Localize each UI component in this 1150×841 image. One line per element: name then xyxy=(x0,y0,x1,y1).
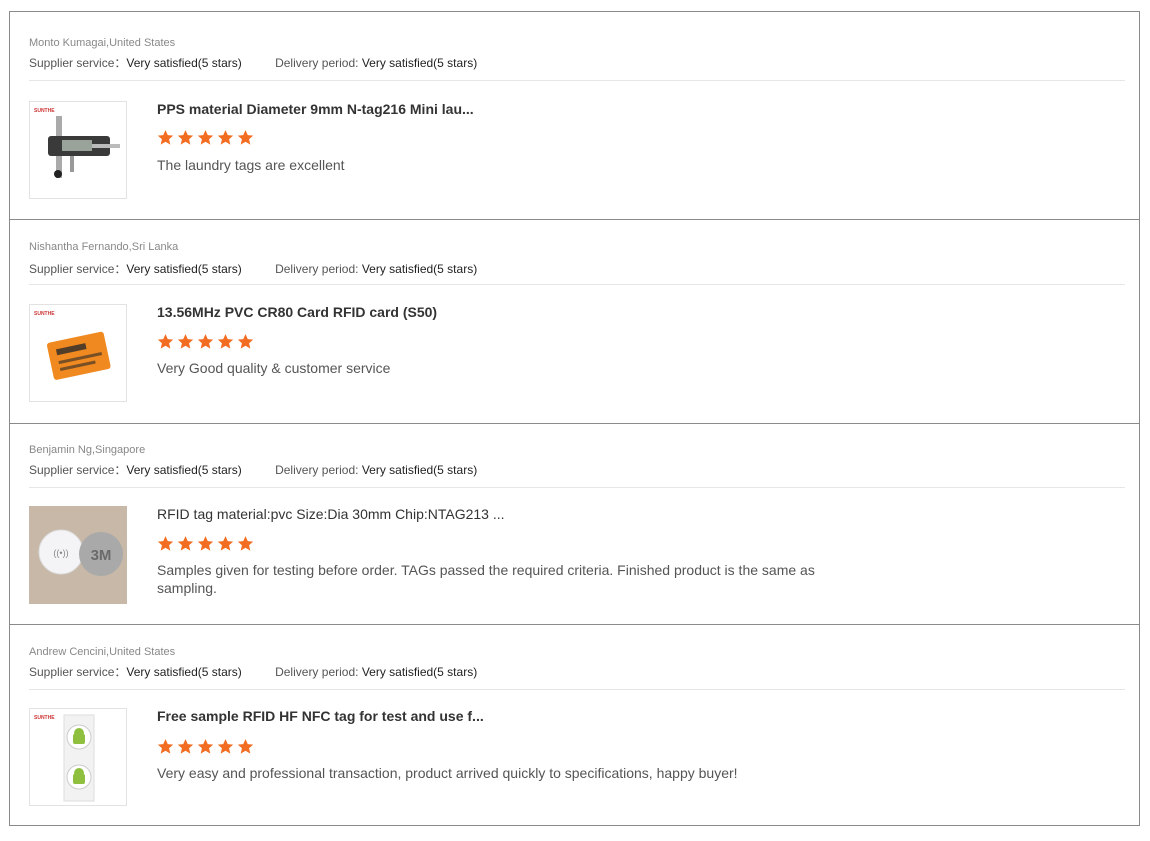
rating-stars xyxy=(157,333,257,351)
supplier-service-value: Very satisfied(5 stars) xyxy=(126,463,242,477)
delivery-period-label: Delivery period: xyxy=(275,463,359,477)
star-icon xyxy=(237,535,254,552)
star-icon xyxy=(157,535,174,552)
review-meta: Monto Kumagai,United States Supplier ser… xyxy=(29,37,1125,81)
service-ratings: Supplier service：Very satisfied(5 stars)… xyxy=(29,260,477,277)
star-icon xyxy=(237,738,254,755)
caliper-image[interactable]: SUNTHE xyxy=(29,101,127,199)
svg-text:SUNTHE: SUNTHE xyxy=(34,715,55,721)
delivery-period-label: Delivery period: xyxy=(275,665,359,679)
product-title[interactable]: 13.56MHz PVC CR80 Card RFID card (S50) xyxy=(157,304,437,320)
orange-rfid-card-image[interactable]: SUNTHE xyxy=(29,304,127,402)
svg-text:SUNTHE: SUNTHE xyxy=(34,108,55,114)
supplier-service-label: Supplier service： xyxy=(29,56,127,70)
star-icon xyxy=(197,535,214,552)
reviews-list: Monto Kumagai,United States Supplier ser… xyxy=(9,11,1140,826)
review-item: Monto Kumagai,United States Supplier ser… xyxy=(10,12,1139,220)
star-icon xyxy=(197,333,214,350)
review-comment: Very Good quality & customer service xyxy=(157,360,391,376)
star-icon xyxy=(177,333,194,350)
rating-stars xyxy=(157,129,257,147)
review-item: Nishantha Fernando,Sri Lanka Supplier se… xyxy=(10,220,1139,424)
delivery-period-value: Very satisfied(5 stars) xyxy=(361,665,478,679)
delivery-period-label: Delivery period: xyxy=(275,262,359,276)
star-icon xyxy=(217,738,234,755)
star-icon xyxy=(177,738,194,755)
supplier-service-value: Very satisfied(5 stars) xyxy=(126,665,242,679)
review-item: Andrew Cencini,United States Supplier se… xyxy=(10,625,1139,826)
product-title[interactable]: PPS material Diameter 9mm N-tag216 Mini … xyxy=(157,101,474,117)
star-icon xyxy=(157,333,174,350)
supplier-service-value: Very satisfied(5 stars) xyxy=(126,262,242,276)
star-icon xyxy=(157,129,174,146)
service-ratings: Supplier service：Very satisfied(5 stars)… xyxy=(29,663,477,680)
service-ratings: Supplier service：Very satisfied(5 stars)… xyxy=(29,54,477,71)
review-item: Benjamin Ng,Singapore Supplier service：V… xyxy=(10,424,1139,625)
rating-stars xyxy=(157,738,257,756)
review-comment: Samples given for testing before order. … xyxy=(157,562,815,596)
review-meta: Benjamin Ng,Singapore Supplier service：V… xyxy=(29,444,1125,488)
delivery-period-label: Delivery period: xyxy=(275,56,359,70)
svg-text:SUNTHE: SUNTHE xyxy=(34,311,55,317)
star-icon xyxy=(157,738,174,755)
service-ratings: Supplier service：Very satisfied(5 stars)… xyxy=(29,461,477,478)
product-title[interactable]: Free sample RFID HF NFC tag for test and… xyxy=(157,708,484,724)
delivery-period-value: Very satisfied(5 stars) xyxy=(361,262,478,276)
reviewer-name: Benjamin Ng,Singapore xyxy=(29,444,146,456)
product-title[interactable]: RFID tag material:pvc Size:Dia 30mm Chip… xyxy=(157,506,505,522)
review-comment: Very easy and professional transaction, … xyxy=(157,765,738,781)
star-icon xyxy=(217,535,234,552)
supplier-service-label: Supplier service： xyxy=(29,665,127,679)
reviewer-name: Andrew Cencini,United States xyxy=(29,646,176,658)
delivery-period-value: Very satisfied(5 stars) xyxy=(361,56,478,70)
supplier-service-label: Supplier service： xyxy=(29,262,127,276)
rating-stars xyxy=(157,535,257,553)
round-tags-image[interactable]: ((•)) 3M xyxy=(29,506,127,604)
star-icon xyxy=(177,535,194,552)
delivery-period-value: Very satisfied(5 stars) xyxy=(361,463,478,477)
star-icon xyxy=(197,738,214,755)
review-meta: Andrew Cencini,United States Supplier se… xyxy=(29,646,1125,690)
svg-text:3M: 3M xyxy=(91,547,112,564)
star-icon xyxy=(197,129,214,146)
star-icon xyxy=(237,129,254,146)
review-meta: Nishantha Fernando,Sri Lanka Supplier se… xyxy=(29,241,1125,285)
reviewer-name: Nishantha Fernando,Sri Lanka xyxy=(29,241,179,253)
android-nfc-stickers-image[interactable]: SUNTHE xyxy=(29,708,127,806)
svg-text:((•)): ((•)) xyxy=(53,548,68,558)
star-icon xyxy=(217,333,234,350)
star-icon xyxy=(217,129,234,146)
supplier-service-value: Very satisfied(5 stars) xyxy=(126,56,242,70)
reviewer-name: Monto Kumagai,United States xyxy=(29,37,176,49)
star-icon xyxy=(237,333,254,350)
supplier-service-label: Supplier service： xyxy=(29,463,127,477)
star-icon xyxy=(177,129,194,146)
review-comment: The laundry tags are excellent xyxy=(157,157,345,173)
